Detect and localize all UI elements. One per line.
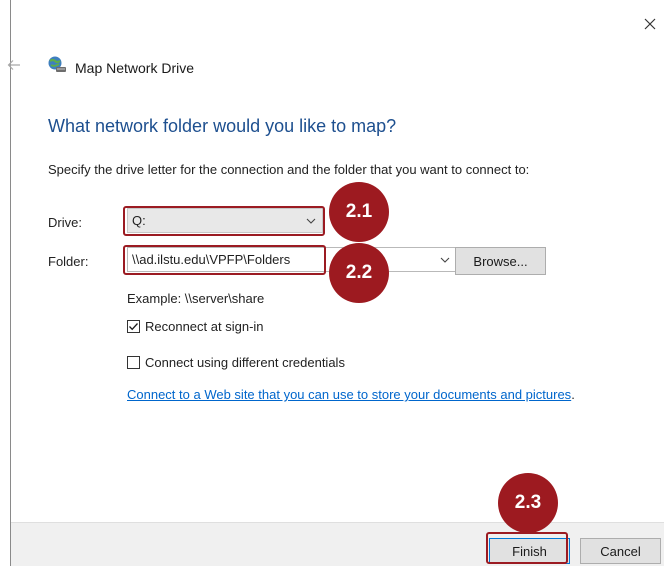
checkmark-icon (129, 323, 138, 331)
finish-button[interactable]: Finish (489, 538, 570, 564)
link-period: . (571, 387, 575, 402)
drive-select-value: Q: (132, 213, 146, 228)
network-drive-icon (47, 56, 67, 79)
page-heading: What network folder would you like to ma… (48, 116, 397, 136)
dialog-title: Map Network Drive (47, 56, 194, 79)
web-site-link[interactable]: Connect to a Web site that you can use t… (127, 387, 571, 402)
instructions-text: Specify the drive letter for the connect… (48, 162, 530, 177)
credentials-label: Connect using different credentials (145, 355, 345, 370)
drive-select[interactable]: Q: (127, 208, 323, 233)
back-arrow-icon (7, 58, 21, 76)
title-bar (11, 0, 664, 40)
chevron-down-icon (306, 214, 316, 229)
step-badge-2-2: 2.2 (329, 243, 389, 303)
cancel-button[interactable]: Cancel (580, 538, 661, 564)
folder-label: Folder: (48, 254, 89, 269)
close-icon (644, 17, 656, 35)
reconnect-option[interactable]: Reconnect at sign-in (127, 319, 264, 334)
step-badge-2-3: 2.3 (498, 473, 558, 533)
chevron-down-icon[interactable] (440, 253, 450, 268)
credentials-checkbox[interactable] (127, 356, 140, 369)
close-button[interactable] (635, 14, 664, 38)
browse-button[interactable]: Browse... (455, 247, 546, 275)
example-text: Example: \\server\share (127, 291, 265, 306)
reconnect-checkbox[interactable] (127, 320, 140, 333)
dialog-title-text: Map Network Drive (75, 59, 195, 76)
reconnect-label: Reconnect at sign-in (145, 319, 264, 334)
folder-input[interactable]: \\ad.ilstu.edu\VPFP\Folders (127, 247, 457, 272)
dialog-footer: Finish Cancel (11, 522, 664, 566)
drive-label: Drive: (48, 215, 82, 230)
back-button[interactable] (1, 55, 27, 79)
credentials-option[interactable]: Connect using different credentials (127, 355, 345, 370)
folder-input-value: \\ad.ilstu.edu\VPFP\Folders (132, 252, 291, 267)
step-badge-2-1: 2.1 (329, 182, 389, 242)
web-site-link-row: Connect to a Web site that you can use t… (127, 387, 575, 402)
